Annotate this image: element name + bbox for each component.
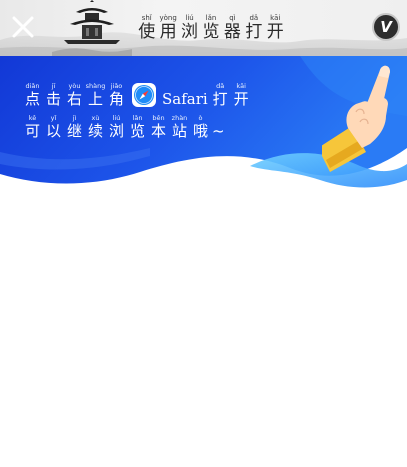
instruction-line-2-char: zhàn 站 (169, 114, 190, 140)
pagoda-illustration (52, 0, 132, 56)
pinyin-annotation: jī (51, 82, 56, 90)
instruction-line-1-char: jiǎo 角 (106, 82, 127, 108)
hanzi-character: 打 (212, 90, 228, 108)
instruction-line-2-char: yǐ 以 (43, 114, 64, 140)
pinyin-annotation: kāi (270, 14, 281, 22)
hanzi-character: 开 (233, 90, 249, 108)
instruction-banner: diǎn 点 jī 击 yòu 右 shàng 上 jiǎo 角 Safari dǎ 打 kāi 开 k… (0, 56, 407, 190)
header-title-char: kāi 开 (265, 14, 286, 42)
hanzi-character: 站 (171, 122, 187, 140)
browser-prompt-page: shǐ 使 yòng 用 liú 浏 lǎn 览 qì 器 dǎ 打 kāi 开 V (0, 0, 407, 467)
hanzi-character: 使 (138, 22, 156, 42)
pinyin-annotation: xù (91, 114, 100, 122)
pinyin-annotation: yòng (159, 14, 177, 22)
instruction-line-2-char: kě 可 (22, 114, 43, 140)
hanzi-character: 点 (24, 90, 40, 108)
hanzi-character: 角 (108, 90, 124, 108)
pinyin-annotation: shàng (85, 82, 106, 90)
instruction-line-2-char: ò哦 (190, 114, 211, 140)
pinyin-annotation: liú (185, 14, 194, 22)
header-title-char: qì 器 (222, 14, 243, 42)
hanzi-character: 览 (202, 22, 220, 42)
header-title-char: lǎn 览 (200, 14, 221, 42)
pointing-hand-icon (322, 65, 390, 172)
tilde-mark: ~ (212, 122, 225, 140)
pinyin-annotation: liú (112, 114, 121, 122)
pinyin-annotation: kě (28, 114, 37, 122)
instruction-line-1-char: jī 击 (43, 82, 64, 108)
hanzi-character: 览 (129, 122, 145, 140)
hanzi-character: 续 (87, 122, 103, 140)
instruction-line-2-char: liú 浏 (106, 114, 127, 140)
pinyin-annotation: dǎ (249, 14, 259, 22)
hanzi-character: 开 (266, 22, 284, 42)
hanzi-character: 可 (24, 122, 40, 140)
hanzi-character: 哦 (192, 122, 208, 140)
hanzi-character: 打 (245, 22, 263, 42)
hanzi-character: 器 (223, 22, 241, 42)
pinyin-annotation: dǎ (216, 82, 225, 90)
pinyin-annotation: jiǎo (110, 82, 123, 90)
header-title-char: dǎ 打 (243, 14, 264, 42)
pinyin-annotation: zhàn (171, 114, 188, 122)
pinyin-annotation: běn (152, 114, 165, 122)
pinyin-annotation: kāi (236, 82, 246, 90)
close-icon (12, 16, 34, 38)
instruction-line-1: diǎn 点 jī 击 yòu 右 shàng 上 jiǎo 角 Safari dǎ 打 kāi 开 (22, 82, 252, 108)
header-title-char: shǐ 使 (136, 14, 157, 42)
header-title: shǐ 使 yòng 用 liú 浏 lǎn 览 qì 器 dǎ 打 kāi 开 (136, 14, 286, 48)
hanzi-character: 上 (87, 90, 103, 108)
pinyin-annotation: lǎn (132, 114, 143, 122)
instruction-line-2-char: jì 继 (64, 114, 85, 140)
instruction-line-1-tail-char: kāi 开 (231, 82, 252, 108)
instruction-line-2-char: xù 续 (85, 114, 106, 140)
pinyin-annotation: yǐ (50, 114, 57, 122)
hanzi-character: 右 (66, 90, 82, 108)
v-logo-icon[interactable]: V (372, 13, 400, 41)
instruction-line-1-tail-char: dǎ 打 (210, 82, 231, 108)
instruction-line-2-char: lǎn 览 (127, 114, 148, 140)
hanzi-character: 浏 (108, 122, 124, 140)
instruction-line-2: kě 可 yǐ 以 jì 继 xù 续 liú 浏 lǎn 览 běn 本 zhàn 站 ò 哦 ~ (22, 114, 225, 140)
hanzi-character: 击 (45, 90, 61, 108)
instruction-line-1-char: diǎn 点 (22, 82, 43, 108)
pinyin-annotation: lǎn (205, 14, 217, 22)
pinyin-annotation: qì (229, 14, 236, 22)
hanzi-character: 继 (66, 122, 82, 140)
safari-label: Safari (162, 90, 208, 108)
instruction-line-2-char: běn 本 (148, 114, 169, 140)
hanzi-character: 用 (159, 22, 177, 42)
pinyin-annotation: jì (72, 114, 77, 122)
instruction-line-1-char: shàng 上 (85, 82, 106, 108)
instruction-line-1-char: yòu 右 (64, 82, 85, 108)
pinyin-annotation: shǐ (141, 14, 152, 22)
hanzi-character: 本 (150, 122, 166, 140)
hanzi-character: 以 (45, 122, 61, 140)
header-band: shǐ 使 yòng 用 liú 浏 lǎn 览 qì 器 dǎ 打 kāi 开 V (0, 0, 407, 56)
pinyin-annotation: diǎn (25, 82, 40, 90)
safari-compass-icon (132, 83, 156, 107)
close-button[interactable] (6, 10, 40, 44)
hanzi-character: 浏 (181, 22, 199, 42)
header-title-char: yòng 用 (157, 14, 178, 42)
header-title-char: liú 浏 (179, 14, 200, 42)
pinyin-annotation: ò (198, 114, 203, 122)
pinyin-annotation: yòu (68, 82, 81, 90)
